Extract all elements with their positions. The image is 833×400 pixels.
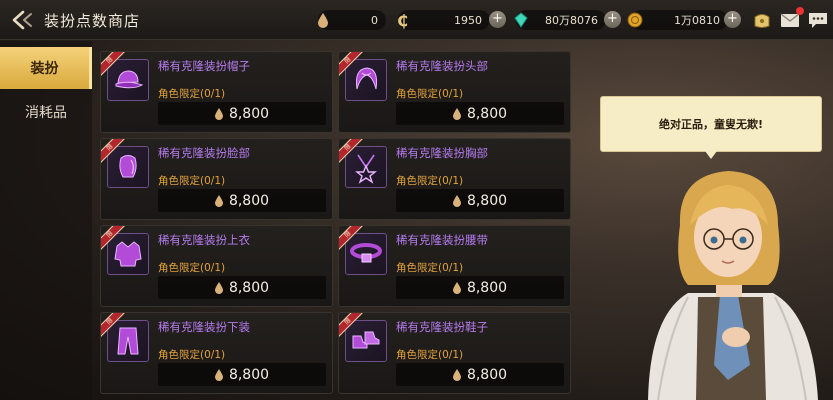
drop-icon (452, 107, 461, 120)
gold-coin-value: 1950 (454, 13, 482, 27)
limited-ribbon: 限 (339, 226, 364, 251)
item-price: 8,800 (466, 279, 508, 296)
shop-item-chest[interactable]: 限 稀有克隆装扮胸部 角色限定(0/1) 8,800 (338, 138, 571, 220)
limited-ribbon: 限 (339, 313, 364, 338)
price-tag: 8,800 (396, 102, 564, 125)
item-name: 稀有克隆装扮头部 (396, 59, 488, 73)
tab-costume[interactable]: 装扮 (0, 47, 92, 89)
price-tag: 8,800 (158, 363, 326, 386)
item-limit: 角色限定(0/1) (158, 88, 226, 100)
item-name: 稀有克隆装扮帽子 (158, 59, 250, 73)
gem-display: 80万8076 (514, 10, 606, 30)
price-tag: 8,800 (396, 276, 564, 299)
price-tag: 8,800 (396, 363, 564, 386)
speech-bubble-tail (705, 151, 717, 159)
item-name: 稀有克隆装扮胸部 (396, 146, 488, 160)
price-tag: 8,800 (158, 189, 326, 212)
item-name: 稀有克隆装扮鞋子 (396, 320, 488, 334)
costume-points-value: 0 (371, 13, 378, 27)
notification-dot (796, 7, 804, 15)
item-price: 8,800 (228, 105, 270, 122)
item-price: 8,800 (466, 192, 508, 209)
shop-item-top[interactable]: 限 稀有克隆装扮上衣 角色限定(0/1) 8,800 (100, 225, 333, 307)
item-limit: 角色限定(0/1) (396, 175, 464, 187)
limited-ribbon: 限 (101, 226, 126, 251)
item-name: 稀有克隆装扮下装 (158, 320, 250, 334)
drop-icon (214, 281, 223, 294)
shop-item-hat[interactable]: 限 稀有克隆装扮帽子 角色限定(0/1) 8,800 (100, 51, 333, 133)
chat-icon[interactable] (807, 9, 829, 31)
medal-icon (627, 12, 643, 28)
npc-speech-text: 绝对正品，童叟无欺! (658, 118, 764, 131)
category-sidebar: 装扮 消耗品 (0, 41, 92, 400)
shop-item-bottom[interactable]: 限 稀有克隆装扮下装 角色限定(0/1) 8,800 (100, 312, 333, 394)
drop-icon (452, 281, 461, 294)
shop-item-head[interactable]: 限 稀有克隆装扮头部 角色限定(0/1) 8,800 (338, 51, 571, 133)
add-gold-coin-button[interactable]: + (489, 11, 506, 28)
price-tag: 8,800 (158, 276, 326, 299)
item-name: 稀有克隆装扮腰带 (396, 233, 488, 247)
back-arrow-icon (12, 10, 32, 30)
wallet-icon[interactable] (751, 9, 773, 31)
item-price: 8,800 (228, 192, 270, 209)
gem-icon (514, 12, 528, 28)
item-price: 8,800 (466, 105, 508, 122)
item-limit: 角色限定(0/1) (396, 262, 464, 274)
item-limit: 角色限定(0/1) (158, 175, 226, 187)
drop-icon (214, 368, 223, 381)
shop-item-shoes[interactable]: 限 稀有克隆装扮鞋子 角色限定(0/1) 8,800 (338, 312, 571, 394)
item-price: 8,800 (466, 366, 508, 383)
add-gem-button[interactable]: + (604, 11, 621, 28)
gem-value: 80万8076 (545, 14, 598, 27)
limited-ribbon: 限 (339, 139, 364, 164)
item-price: 8,800 (228, 279, 270, 296)
c-coin-icon: ₵ (397, 11, 408, 29)
npc-speech-bubble: 绝对正品，童叟无欺! (600, 96, 822, 152)
top-bar: 装扮点数商店 0 ₵ 1950 + 80万8076 + 1万0810 + (0, 0, 833, 40)
mail-icon[interactable] (779, 7, 804, 31)
price-tag: 8,800 (396, 189, 564, 212)
limited-ribbon: 限 (101, 313, 126, 338)
limited-ribbon: 限 (339, 52, 364, 77)
svg-text:₵: ₵ (397, 11, 408, 29)
drop-icon (452, 194, 461, 207)
item-limit: 角色限定(0/1) (158, 349, 226, 361)
item-limit: 角色限定(0/1) (396, 88, 464, 100)
tab-costume-label: 装扮 (30, 61, 59, 77)
item-price: 8,800 (228, 366, 270, 383)
item-limit: 角色限定(0/1) (158, 262, 226, 274)
page-title: 装扮点数商店 (44, 12, 141, 30)
add-medal-button[interactable]: + (724, 11, 741, 28)
shop-item-face[interactable]: 限 稀有克隆装扮脸部 角色限定(0/1) 8,800 (100, 138, 333, 220)
drop-icon (318, 13, 328, 28)
medal-display: 1万0810 (627, 10, 728, 30)
drop-icon (214, 107, 223, 120)
limited-ribbon: 限 (101, 139, 126, 164)
tab-consumables[interactable]: 消耗品 (0, 91, 92, 133)
costume-points-display: 0 (318, 10, 386, 30)
shopkeeper-npc-portrait (648, 171, 818, 400)
drop-icon (452, 368, 461, 381)
tab-consumables-label: 消耗品 (25, 105, 67, 121)
limited-ribbon: 限 (101, 52, 126, 77)
item-limit: 角色限定(0/1) (396, 349, 464, 361)
item-name: 稀有克隆装扮上衣 (158, 233, 250, 247)
gold-coin-display: ₵ 1950 (397, 10, 490, 30)
drop-icon (214, 194, 223, 207)
item-name: 稀有克隆装扮脸部 (158, 146, 250, 160)
medal-value: 1万0810 (674, 14, 720, 27)
back-button[interactable] (10, 8, 36, 32)
shop-item-belt[interactable]: 限 稀有克隆装扮腰带 角色限定(0/1) 8,800 (338, 225, 571, 307)
price-tag: 8,800 (158, 102, 326, 125)
